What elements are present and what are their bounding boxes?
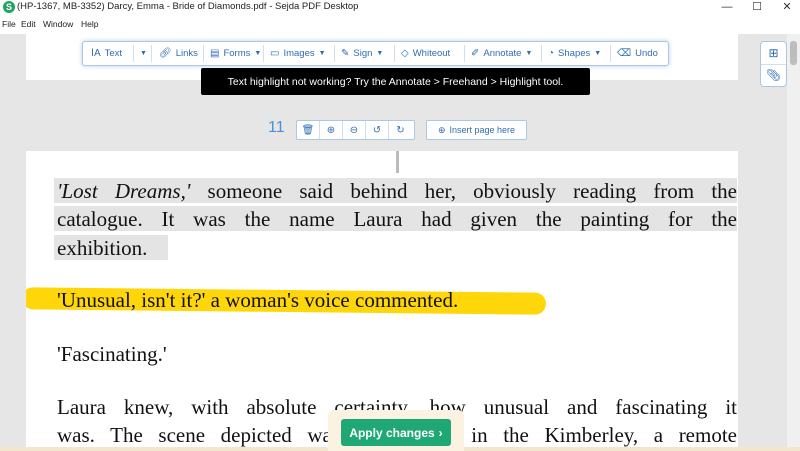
insert-page-label: Insert page here xyxy=(449,125,516,135)
shapes-tool-button[interactable]: ◔ Shapes ▼ xyxy=(542,42,607,65)
page-break-marker xyxy=(396,151,399,173)
text-tool-button[interactable]: ⅠA Text xyxy=(85,42,128,65)
annotate-tool-label: Annotate xyxy=(483,48,522,59)
text-icon: ⅠA xyxy=(91,47,101,59)
attachments-button[interactable]: 📎︎ xyxy=(761,64,786,86)
pdf-page[interactable]: 'Lost Dreams,' someone said behind her, … xyxy=(26,151,738,451)
undo-button[interactable]: ⌫ Undo xyxy=(611,42,664,65)
images-tool-label: Images xyxy=(283,48,315,59)
thumbnails-button[interactable]: ⊞ xyxy=(761,42,786,65)
paperclip-icon: 📎︎ xyxy=(765,68,782,82)
annotate-tool-button[interactable]: ✐ Annotate ▼ xyxy=(465,42,538,65)
delete-page-button[interactable]: 🗑︎ xyxy=(297,121,320,139)
sign-tool-button[interactable]: ✎ Sign ▼ xyxy=(335,42,389,65)
chevron-right-icon: › xyxy=(438,425,443,440)
whiteout-tool-label: Whiteout xyxy=(412,48,451,59)
sejda-app-icon: S xyxy=(3,1,15,13)
rotate-right-icon: ↻ xyxy=(396,124,405,136)
paragraph-line[interactable]: exhibition. xyxy=(57,238,147,259)
minimize-button[interactable]: — xyxy=(712,0,742,14)
menu-bar: File Edit Window Help xyxy=(0,16,800,34)
text-tool-label: Text xyxy=(104,48,123,59)
links-tool-label: Links xyxy=(175,48,198,59)
images-tool-button[interactable]: ▭ Images ▼ xyxy=(264,42,332,65)
grid-icon: ⊞ xyxy=(768,46,779,60)
chevron-down-icon: ▼ xyxy=(318,50,326,57)
close-button[interactable]: ✕ xyxy=(772,0,800,14)
rotate-left-button[interactable]: ↺ xyxy=(366,121,389,139)
whiteout-tool-button[interactable]: ◇ Whiteout xyxy=(395,42,456,65)
menu-window[interactable]: Window xyxy=(43,19,73,29)
forms-tool-button[interactable]: ▤ Forms ▼ xyxy=(204,42,267,65)
plus-circle-icon: ⊕ xyxy=(437,124,446,135)
shapes-tool-label: Shapes xyxy=(558,48,591,59)
maximize-button[interactable]: ☐ xyxy=(742,0,772,14)
chevron-down-icon: ▼ xyxy=(376,50,384,57)
chevron-down-icon: ▼ xyxy=(254,50,262,57)
page-number: 11 xyxy=(268,119,285,136)
zoom-out-icon: ⊖ xyxy=(349,124,359,136)
zoom-in-icon: ⊕ xyxy=(326,124,336,136)
edit-toolbar: ⅠA Text ▼ 🔗︎ Links ▤ Forms ▼ ▭ Images ▼ … xyxy=(82,41,669,66)
window-title: (HP-1367, MB-3352) Darcy, Emma - Bride o… xyxy=(17,1,359,12)
apply-changes-button[interactable]: Apply changes › xyxy=(341,419,451,446)
italic-title: 'Lost Dreams,' xyxy=(57,179,191,203)
zoom-in-button[interactable]: ⊕ xyxy=(320,121,343,139)
vertical-scrollbar[interactable] xyxy=(787,34,800,451)
apply-changes-label: Apply changes xyxy=(349,425,435,440)
image-icon: ▭ xyxy=(270,47,280,59)
zoom-out-button[interactable]: ⊖ xyxy=(343,121,366,139)
menu-edit[interactable]: Edit xyxy=(21,19,36,29)
undo-icon: ⌫ xyxy=(617,47,632,59)
chevron-down-icon: ▼ xyxy=(594,50,602,57)
form-icon: ▤ xyxy=(210,47,220,59)
eraser-icon: ◇ xyxy=(401,47,409,59)
text-run: someone said behind her, obviously readi… xyxy=(190,179,737,203)
rotate-left-icon: ↺ xyxy=(372,124,382,136)
sign-tool-label: Sign xyxy=(353,48,373,59)
title-bar: S (HP-1367, MB-3352) Darcy, Emma - Bride… xyxy=(0,0,800,16)
toolbar-divider xyxy=(151,45,152,62)
paragraph-line[interactable]: catalogue. It was the name Laura had giv… xyxy=(57,209,737,230)
trash-icon: 🗑︎ xyxy=(301,124,315,136)
side-panel-buttons: ⊞ 📎︎ xyxy=(760,41,787,87)
highlight-tip-tooltip: Text highlight not working? Try the Anno… xyxy=(201,68,590,95)
page-actions: 🗑︎ ⊕ ⊖ ↺ ↻ xyxy=(296,120,415,140)
menu-help[interactable]: Help xyxy=(81,19,98,29)
shapes-icon: ◔ xyxy=(548,47,555,59)
link-icon: 🔗︎ xyxy=(159,47,172,59)
paragraph-line[interactable]: 'Unusual, isn't it?' a woman's voice com… xyxy=(57,290,458,311)
links-tool-button[interactable]: 🔗︎ Links xyxy=(153,42,204,65)
forms-tool-label: Forms xyxy=(223,48,251,59)
signature-icon: ✎ xyxy=(341,47,350,59)
insert-page-button[interactable]: ⊕ Insert page here xyxy=(426,120,527,140)
chevron-down-icon: ▼ xyxy=(140,50,147,57)
paragraph-line[interactable]: 'Fascinating.' xyxy=(57,344,167,365)
rotate-right-button[interactable]: ↻ xyxy=(389,121,412,139)
paragraph-line[interactable]: 'Lost Dreams,' someone said behind her, … xyxy=(57,181,737,202)
undo-label: Undo xyxy=(635,48,658,59)
pen-icon: ✐ xyxy=(471,47,480,59)
chevron-down-icon: ▼ xyxy=(525,50,533,57)
scrollbar-thumb[interactable] xyxy=(790,41,797,65)
menu-file[interactable]: File xyxy=(2,19,16,29)
